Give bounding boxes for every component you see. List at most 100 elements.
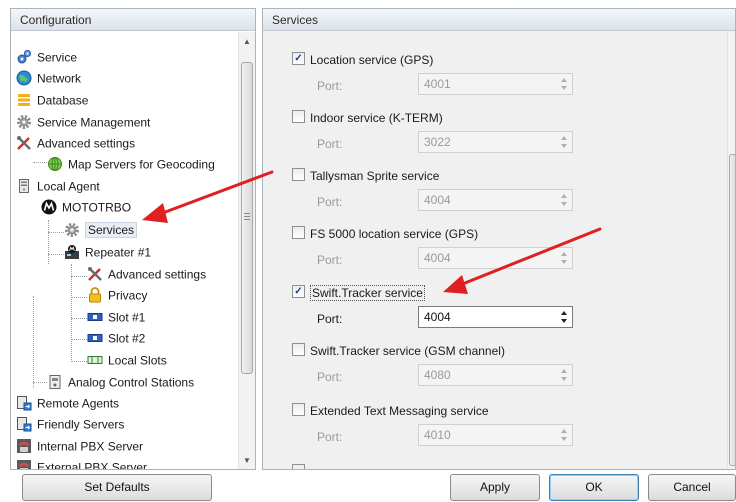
service-label: Swift.Tracker service (GSM channel)	[310, 343, 505, 358]
spin-buttons[interactable]	[560, 308, 570, 326]
spin-up-icon[interactable]	[561, 78, 567, 82]
tree-item-repeater-advanced-settings[interactable]: Advanced settings	[87, 264, 206, 285]
tree-item-network[interactable]: Network	[16, 68, 81, 89]
checkbox[interactable]: ✓	[292, 285, 305, 299]
tree-item-label: Local Slots	[108, 353, 167, 368]
tree-item-label: Local Agent	[37, 179, 100, 194]
tree-item-repeater-1[interactable]: Repeater #1	[64, 242, 151, 263]
checkbox[interactable]	[292, 403, 305, 417]
port-value: 4004	[424, 193, 451, 207]
checkbox[interactable]	[292, 226, 305, 240]
tree-item-external-pbx[interactable]: External PBX Server	[16, 457, 147, 469]
spin-up-icon[interactable]	[561, 252, 567, 256]
service-label: Indoor service (K-TERM)	[310, 110, 443, 125]
services-header: Services	[263, 9, 735, 31]
tree-item-services[interactable]: Services	[64, 220, 138, 241]
swift-tracker-gsm-port-stepper[interactable]: 4080	[418, 364, 573, 386]
fs5000-service-checkbox[interactable]: FS 5000 location service (GPS)	[292, 224, 478, 242]
tallysman-service-checkbox[interactable]: Tallysman Sprite service	[292, 166, 439, 184]
tree-item-label: Slot #2	[108, 331, 146, 346]
spin-buttons[interactable]	[560, 426, 570, 444]
spin-down-icon[interactable]	[561, 377, 567, 381]
tree-line	[71, 264, 72, 362]
spin-buttons[interactable]	[560, 366, 570, 384]
indoor-port-stepper[interactable]: 3022	[418, 131, 573, 153]
spin-down-icon[interactable]	[561, 144, 567, 148]
tree-item-advanced-settings[interactable]: Advanced settings	[16, 133, 135, 154]
tree-item-local-slots[interactable]: Local Slots	[87, 350, 167, 371]
tree-line	[33, 162, 47, 163]
checkbox[interactable]	[292, 464, 305, 469]
motorola-logo-icon	[41, 199, 57, 215]
next-service-checkbox-partial[interactable]	[292, 462, 310, 469]
tree-line	[33, 296, 34, 388]
tree-line	[48, 254, 64, 255]
database-icon	[16, 92, 32, 108]
spin-up-icon[interactable]	[561, 311, 567, 315]
tree-item-analog-control-stations[interactable]: Analog Control Stations	[47, 372, 194, 393]
tree-item-service-management[interactable]: Service Management	[16, 112, 150, 133]
swift-tracker-gsm-service-checkbox[interactable]: Swift.Tracker service (GSM channel)	[292, 341, 505, 359]
port-label: Port:	[317, 370, 343, 384]
checkbox[interactable]	[292, 168, 305, 182]
tree-item-label: Services	[85, 222, 138, 239]
ok-button[interactable]: OK	[549, 474, 639, 501]
spin-buttons[interactable]	[560, 133, 570, 151]
location-port-stepper[interactable]: 4001	[418, 73, 573, 95]
tallysman-port-stepper[interactable]: 4004	[418, 189, 573, 211]
indoor-service-checkbox[interactable]: Indoor service (K-TERM)	[292, 108, 443, 126]
spin-down-icon[interactable]	[561, 202, 567, 206]
tree-item-label: Internal PBX Server	[37, 439, 144, 454]
tree-item-map-servers[interactable]: Map Servers for Geocoding	[47, 154, 215, 175]
tree-item-mototrbo[interactable]: MOTOTRBO	[41, 197, 131, 218]
tree-item-remote-agents[interactable]: Remote Agents	[16, 393, 119, 414]
spin-up-icon[interactable]	[561, 429, 567, 433]
spin-down-icon[interactable]	[561, 437, 567, 441]
spin-up-icon[interactable]	[561, 194, 567, 198]
tree-scrollbar[interactable]: ▲ ▼	[238, 32, 255, 469]
network-globe-icon	[16, 70, 32, 86]
tree-item-internal-pbx[interactable]: Internal PBX Server	[16, 436, 143, 457]
local-slots-icon	[87, 352, 103, 368]
port-label: Port:	[317, 312, 343, 326]
extended-text-messaging-checkbox[interactable]: Extended Text Messaging service	[292, 401, 489, 419]
checkbox[interactable]	[292, 343, 305, 357]
set-defaults-button[interactable]: Set Defaults	[22, 474, 212, 501]
checkbox[interactable]: ✓	[292, 52, 305, 66]
cancel-button[interactable]: Cancel	[648, 474, 736, 501]
tree-line	[71, 297, 87, 298]
location-service-checkbox[interactable]: ✓ Location service (GPS)	[292, 50, 433, 68]
tree-item-label: Slot #1	[108, 310, 146, 325]
spin-buttons[interactable]	[560, 191, 570, 209]
spin-up-icon[interactable]	[561, 136, 567, 140]
scroll-up-arrow-icon[interactable]: ▲	[239, 34, 255, 50]
swift-tracker-service-checkbox[interactable]: ✓ Swift.Tracker service	[292, 283, 425, 301]
spin-down-icon[interactable]	[561, 86, 567, 90]
swift-tracker-port-stepper[interactable]: 4004	[418, 306, 573, 328]
apply-button[interactable]: Apply	[450, 474, 540, 501]
scroll-down-arrow-icon[interactable]: ▼	[239, 453, 255, 469]
port-value: 4004	[424, 310, 451, 324]
tree-item-slot-2[interactable]: Slot #2	[87, 328, 145, 349]
extended-text-messaging-port-stepper[interactable]: 4010	[418, 424, 573, 446]
tree-scrollbar-thumb[interactable]	[241, 62, 253, 374]
tree-item-service[interactable]: Service	[16, 47, 77, 68]
slot-icon	[87, 330, 103, 346]
port-value: 3022	[424, 135, 451, 149]
spin-buttons[interactable]	[560, 75, 570, 93]
tree-item-friendly-servers[interactable]: Friendly Servers	[16, 414, 124, 435]
tree-item-database[interactable]: Database	[16, 90, 88, 111]
spin-buttons[interactable]	[560, 249, 570, 267]
tree-item-slot-1[interactable]: Slot #1	[87, 307, 145, 328]
spin-up-icon[interactable]	[561, 369, 567, 373]
tree-item-local-agent[interactable]: Local Agent	[16, 176, 100, 197]
services-scrollbar-thumb[interactable]	[729, 154, 735, 466]
tree-line	[33, 382, 47, 383]
checkbox[interactable]	[292, 110, 305, 124]
fs5000-port-stepper[interactable]: 4004	[418, 247, 573, 269]
repeater-icon	[64, 244, 80, 260]
services-scrollbar[interactable]	[727, 32, 735, 469]
spin-down-icon[interactable]	[561, 319, 567, 323]
spin-down-icon[interactable]	[561, 260, 567, 264]
tree-item-privacy[interactable]: Privacy	[87, 285, 147, 306]
